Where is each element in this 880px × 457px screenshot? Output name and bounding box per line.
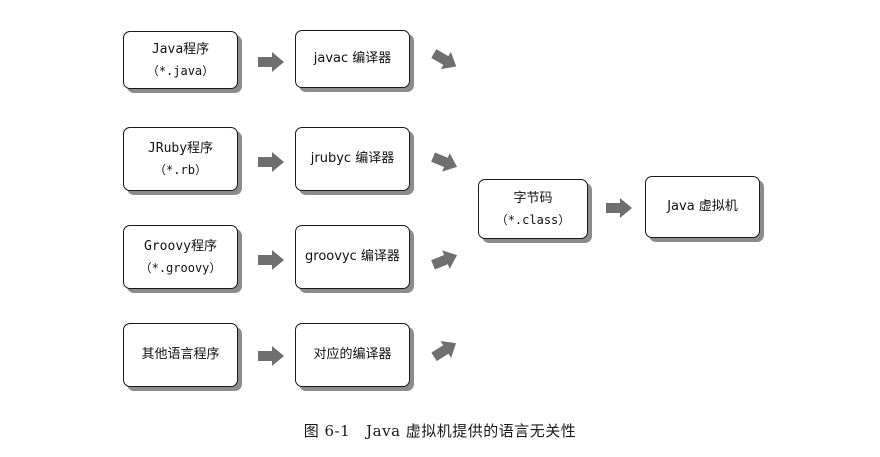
jrubyc-compiler-box: jrubyc 编译器 <box>295 127 410 191</box>
groovy-source-box: Groovy程序 （*.groovy） <box>123 225 238 289</box>
other-source-box: 其他语言程序 <box>123 323 238 387</box>
java-source-ext: （*.java） <box>146 63 215 78</box>
arrow-up-right-icon <box>429 335 462 366</box>
jruby-source-ext: （*.rb） <box>154 162 207 177</box>
arrow-down-right-icon <box>429 45 462 75</box>
bytecode-label: 字节码 <box>513 190 553 206</box>
other-source-label: 其他语言程序 <box>141 346 220 362</box>
other-compiler-box: 对应的编译器 <box>295 323 410 387</box>
bytecode-box: 字节码 （*.class） <box>478 179 588 239</box>
arrow-right-icon <box>606 198 632 218</box>
figure-number: 图 6-1 <box>303 422 351 440</box>
javac-compiler-label: javac 编译器 <box>313 50 392 66</box>
language-independence-diagram: Java程序 （*.java） javac 编译器 JRuby程序 （*.rb）… <box>0 0 880 457</box>
groovy-source-label: Groovy程序 <box>144 238 217 254</box>
jvm-label: Java 虚拟机 <box>667 198 738 214</box>
javac-compiler-box: javac 编译器 <box>295 30 410 88</box>
arrow-right-icon <box>258 152 284 172</box>
arrow-right-icon <box>258 52 284 72</box>
java-source-label: Java程序 <box>151 41 210 57</box>
groovy-source-ext: （*.groovy） <box>139 260 222 275</box>
jruby-source-box: JRuby程序 （*.rb） <box>123 127 238 191</box>
jruby-source-label: JRuby程序 <box>147 140 214 156</box>
arrow-right-icon <box>258 250 284 270</box>
arrow-down-right-icon <box>429 148 461 176</box>
bytecode-ext: （*.class） <box>495 212 571 227</box>
jvm-box: Java 虚拟机 <box>645 176 760 238</box>
arrow-up-right-icon <box>429 246 461 274</box>
arrow-right-icon <box>258 346 284 366</box>
groovyc-compiler-box: groovyc 编译器 <box>295 225 410 289</box>
figure-caption-text: Java 虚拟机提供的语言无关性 <box>366 422 577 440</box>
figure-caption: 图 6-1 Java 虚拟机提供的语言无关性 <box>0 420 880 441</box>
jrubyc-compiler-label: jrubyc 编译器 <box>310 150 395 166</box>
other-compiler-label: 对应的编译器 <box>313 346 392 362</box>
java-source-box: Java程序 （*.java） <box>123 31 238 89</box>
groovyc-compiler-label: groovyc 编译器 <box>305 248 400 264</box>
